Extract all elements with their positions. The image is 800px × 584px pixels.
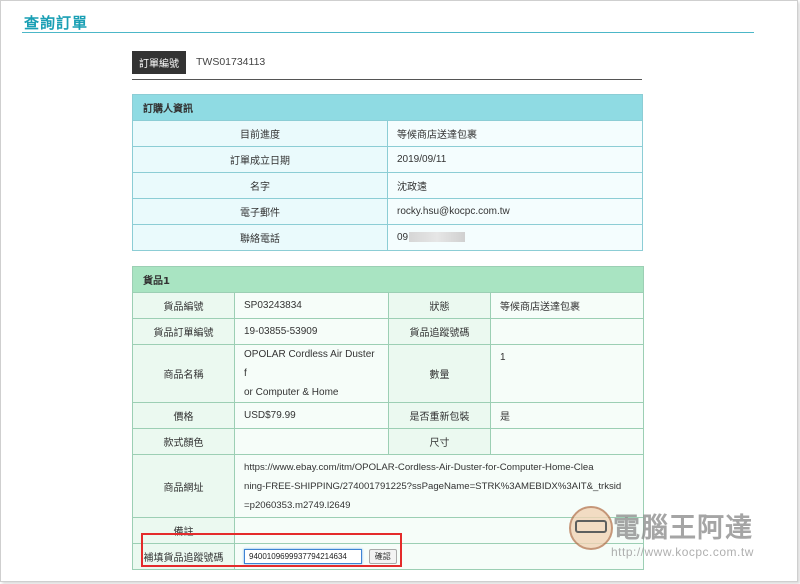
page-title: 查詢訂單 [24, 14, 89, 32]
status-value: 等候商店送達包裹 [489, 292, 645, 319]
table-row: 目前進度 等候商店送達包裹 [132, 120, 643, 147]
product-url-label: 商品網址 [132, 454, 235, 518]
order-number-row: 訂單編號 TWS01734113 [132, 50, 266, 74]
table-row: 款式顏色 尺寸 [132, 428, 645, 455]
table-row: 電子郵件 rocky.hsu@kocpc.com.tw [132, 198, 643, 225]
mascot-glasses-icon [575, 520, 607, 533]
item-order-no-value: 19-03855-53909 [234, 318, 389, 345]
table-row: 貨品訂單編號 19-03855-53909 貨品追蹤號碼 [132, 318, 645, 345]
watermark: 電腦王阿達 http://www.kocpc.com.tw [563, 502, 793, 568]
order-number-label: 訂單編號 [132, 50, 186, 74]
table-row: 貨品編號 SP03243834 狀態 等候商店送達包裹 [132, 292, 645, 319]
phone-blur [409, 232, 466, 243]
email-value: rocky.hsu@kocpc.com.tw [387, 198, 643, 225]
name-label: 名字 [132, 172, 388, 199]
table-row: 商品名稱 OPOLAR Cordless Air Duster f or Com… [132, 344, 645, 403]
price-value: USD$79.99 [234, 402, 389, 429]
order-number-value: TWS01734113 [196, 56, 266, 68]
item-no-label: 貨品編號 [132, 292, 235, 319]
color-value [234, 428, 389, 455]
product-url-line-1[interactable]: https://www.ebay.com/itm/OPOLAR-Cordless… [244, 458, 634, 477]
buyer-info-header: 訂購人資訊 [132, 94, 643, 121]
watermark-url: http://www.kocpc.com.tw [611, 545, 754, 559]
size-value [489, 428, 645, 455]
product-name-cell: OPOLAR Cordless Air Duster f or Computer… [234, 344, 389, 403]
order-date-value: 2019/09/11 [387, 146, 643, 173]
table-row: 訂單成立日期 2019/09/11 [132, 146, 643, 173]
goods-header: 貨品1 [131, 266, 645, 293]
tracking-value [489, 318, 645, 345]
product-name-line-2: or Computer & Home [244, 387, 339, 398]
table-row: 聯絡電話 09 [132, 224, 643, 251]
highlight-box [141, 533, 402, 567]
table-row: 價格 USD$79.99 是否重新包裝 是 [132, 402, 645, 429]
name-value: 沈政遠 [387, 172, 643, 199]
quantity-label: 數量 [388, 344, 491, 403]
quantity-value: 1 [489, 344, 645, 403]
table-row: 名字 沈政遠 [132, 172, 643, 199]
item-no-value: SP03243834 [234, 292, 389, 319]
color-label: 款式顏色 [132, 428, 235, 455]
phone-value: 09 [397, 232, 409, 243]
order-date-label: 訂單成立日期 [132, 146, 388, 173]
item-order-no-label: 貨品訂單編號 [132, 318, 235, 345]
status-label: 狀態 [388, 292, 491, 319]
email-label: 電子郵件 [132, 198, 388, 225]
watermark-title: 電腦王阿達 [613, 513, 753, 544]
size-label: 尺寸 [388, 428, 491, 455]
phone-cell: 09 [387, 224, 643, 251]
product-name-line-1: OPOLAR Cordless Air Duster f [244, 349, 375, 379]
repack-value: 是 [489, 402, 645, 429]
title-divider [22, 32, 754, 33]
product-url-line-2[interactable]: ning-FREE-SHIPPING/274001791225?ssPageNa… [244, 477, 634, 496]
price-label: 價格 [132, 402, 235, 429]
product-name-label: 商品名稱 [132, 344, 235, 403]
buyer-info-table: 訂購人資訊 目前進度 等候商店送達包裹 訂單成立日期 2019/09/11 名字… [132, 94, 643, 251]
repack-label: 是否重新包裝 [388, 402, 491, 429]
order-divider [132, 79, 642, 80]
tracking-label: 貨品追蹤號碼 [388, 318, 491, 345]
progress-label: 目前進度 [132, 120, 388, 147]
phone-label: 聯絡電話 [132, 224, 388, 251]
progress-value: 等候商店送達包裹 [387, 120, 643, 147]
